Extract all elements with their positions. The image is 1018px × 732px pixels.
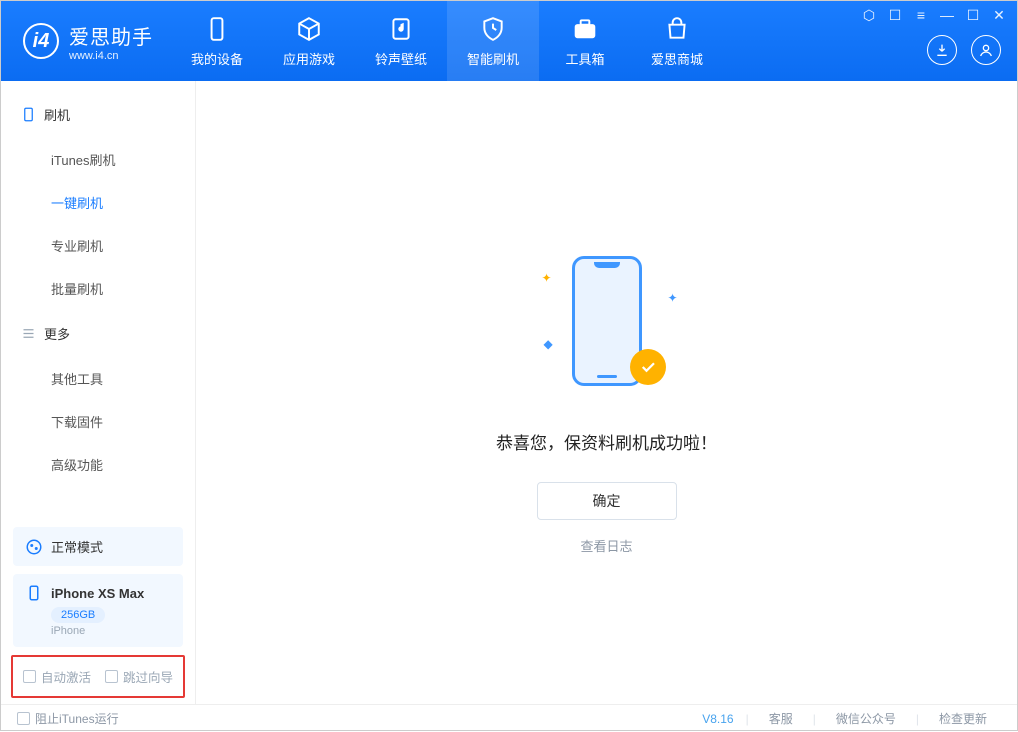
phone-icon <box>21 107 36 122</box>
device-capacity: 256GB <box>51 607 105 623</box>
main-tabs: 我的设备 应用游戏 铃声壁纸 智能刷机 工具箱 爱思商城 <box>171 1 723 81</box>
tab-toolbox[interactable]: 工具箱 <box>539 1 631 81</box>
tab-flash[interactable]: 智能刷机 <box>447 1 539 81</box>
view-log-link[interactable]: 查看日志 <box>580 536 632 555</box>
tab-label: 爱思商城 <box>651 49 703 68</box>
device-type: iPhone <box>51 625 85 637</box>
checkbox-icon <box>17 712 30 725</box>
device-icon <box>25 584 43 602</box>
success-illustration: ✦ ✦ ◆ <box>542 251 672 401</box>
tab-label: 应用游戏 <box>283 49 335 68</box>
minimize-button[interactable]: — <box>939 7 955 24</box>
checkbox-block-itunes[interactable]: 阻止iTunes运行 <box>17 710 119 727</box>
mode-icon <box>25 538 43 556</box>
status-bar: 阻止iTunes运行 V8.16 | 客服 | 微信公众号 | 检查更新 <box>1 704 1017 732</box>
sidebar: 刷机 iTunes刷机 一键刷机 专业刷机 批量刷机 更多 其他工具 下载固件 … <box>1 81 196 704</box>
checkbox-label: 跳过向导 <box>123 667 173 686</box>
footer-link-support[interactable]: 客服 <box>755 710 807 727</box>
tab-label: 我的设备 <box>191 49 243 68</box>
ok-button[interactable]: 确定 <box>537 482 677 520</box>
tab-apps[interactable]: 应用游戏 <box>263 1 355 81</box>
bag-icon <box>663 15 691 43</box>
sidebar-item-batch-flash[interactable]: 批量刷机 <box>1 267 195 310</box>
tshirt-icon[interactable]: ⬡ <box>861 7 877 24</box>
cube-icon <box>295 15 323 43</box>
mode-label: 正常模式 <box>51 537 103 556</box>
logo-icon: i4 <box>23 23 59 59</box>
sidebar-item-advanced[interactable]: 高级功能 <box>1 443 195 486</box>
app-subtitle: www.i4.cn <box>69 50 153 62</box>
download-button[interactable] <box>927 35 957 65</box>
sidebar-item-itunes-flash[interactable]: iTunes刷机 <box>1 138 195 181</box>
app-title: 爱思助手 <box>69 21 153 50</box>
tab-label: 工具箱 <box>565 49 604 68</box>
tab-store[interactable]: 爱思商城 <box>631 1 723 81</box>
sidebar-group-title: 刷机 <box>44 105 70 124</box>
sidebar-item-download-firmware[interactable]: 下载固件 <box>1 400 195 443</box>
checkbox-label: 自动激活 <box>41 667 91 686</box>
mode-card[interactable]: 正常模式 <box>13 527 183 566</box>
checkbox-label: 阻止iTunes运行 <box>35 710 119 727</box>
device-card[interactable]: iPhone XS Max 256GB iPhone <box>13 574 183 647</box>
options-box: 自动激活 跳过向导 <box>11 655 185 698</box>
sidebar-group-more: 更多 <box>1 310 195 357</box>
sidebar-item-onekey-flash[interactable]: 一键刷机 <box>1 181 195 224</box>
sidebar-group-title: 更多 <box>44 324 70 343</box>
checkbox-auto-activate[interactable]: 自动激活 <box>23 667 91 686</box>
checkbox-icon <box>105 670 118 683</box>
device-name: iPhone XS Max <box>51 586 144 601</box>
window-controls: ⬡ ☐ ≡ — ☐ ✕ <box>861 7 1007 24</box>
footer-link-wechat[interactable]: 微信公众号 <box>822 710 910 727</box>
app-logo: i4 爱思助手 www.i4.cn <box>1 1 171 81</box>
success-title: 恭喜您，保资料刷机成功啦！ <box>496 429 717 454</box>
list-icon <box>21 326 36 341</box>
sidebar-item-pro-flash[interactable]: 专业刷机 <box>1 224 195 267</box>
version-label: V8.16 <box>702 712 733 726</box>
toolbox-icon <box>571 15 599 43</box>
close-button[interactable]: ✕ <box>991 7 1007 24</box>
main-content: ✦ ✦ ◆ 恭喜您，保资料刷机成功啦！ 确定 查看日志 <box>196 81 1017 704</box>
footer-link-update[interactable]: 检查更新 <box>925 710 1001 727</box>
tab-label: 智能刷机 <box>467 49 519 68</box>
shield-icon <box>479 15 507 43</box>
sidebar-group-flash: 刷机 <box>1 91 195 138</box>
header-actions <box>927 35 1001 65</box>
title-bar: i4 爱思助手 www.i4.cn 我的设备 应用游戏 铃声壁纸 智能刷机 工具… <box>1 1 1017 81</box>
checkbox-skip-guide[interactable]: 跳过向导 <box>105 667 173 686</box>
sidebar-item-other-tools[interactable]: 其他工具 <box>1 357 195 400</box>
menu-icon[interactable]: ≡ <box>913 7 929 24</box>
tab-ringtones[interactable]: 铃声壁纸 <box>355 1 447 81</box>
music-icon <box>387 15 415 43</box>
check-icon <box>630 349 666 385</box>
user-button[interactable] <box>971 35 1001 65</box>
lock-icon[interactable]: ☐ <box>887 7 903 24</box>
tab-label: 铃声壁纸 <box>375 49 427 68</box>
tab-my-device[interactable]: 我的设备 <box>171 1 263 81</box>
checkbox-icon <box>23 670 36 683</box>
maximize-button[interactable]: ☐ <box>965 7 981 24</box>
device-icon <box>203 15 231 43</box>
